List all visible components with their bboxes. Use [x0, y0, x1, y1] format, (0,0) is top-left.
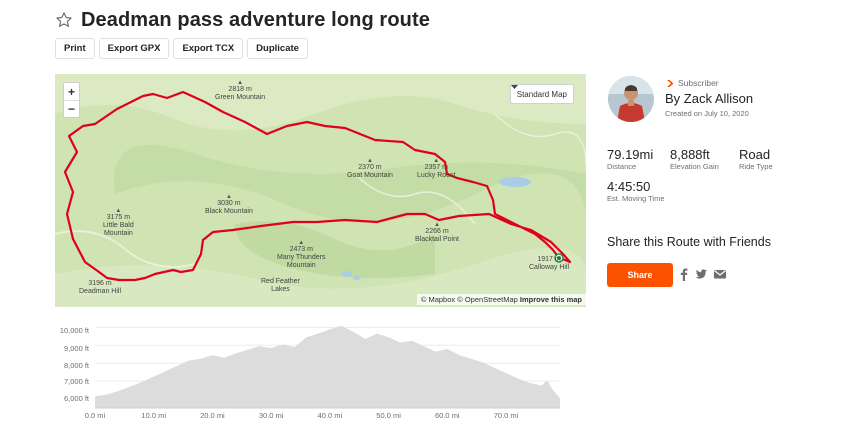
stat-label: Elevation Gain	[670, 162, 719, 171]
map-label-red-feather: Red Feather Lakes	[261, 278, 300, 293]
map-label-blacktail-point: ▲ 2266 m Blacktail Point	[415, 222, 459, 243]
zoom-out-button[interactable]: −	[64, 100, 79, 117]
x-tick-label: 40.0 mi	[317, 411, 343, 420]
x-tick-label: 70.0 mi	[493, 411, 519, 420]
map-label-many-thunders: ▲ 2473 m Many Thunders Mountain	[277, 240, 326, 269]
map-label-black-mountain: ▲ 3030 m Black Mountain	[205, 194, 253, 215]
x-tick-label: 10.0 mi	[141, 411, 167, 420]
map-label-deadman-hill: 3196 m Deadman Hill	[79, 280, 122, 295]
osm-link[interactable]: © OpenStreetMap	[457, 295, 518, 304]
route-actions: Print Export GPX Export TCX Duplicate	[55, 38, 308, 59]
map-style-label: Standard Map	[516, 89, 567, 99]
title-row: Deadman pass adventure long route	[55, 6, 430, 34]
x-tick-label: 50.0 mi	[376, 411, 401, 420]
route-map[interactable]: + − Standard Map ▲ 2818 m Green Mountain…	[55, 74, 586, 307]
mapbox-link[interactable]: © Mapbox	[421, 295, 455, 304]
x-tick-label: 30.0 mi	[258, 411, 284, 420]
subscriber-chevron-icon	[667, 79, 674, 87]
export-gpx-button[interactable]: Export GPX	[98, 38, 170, 59]
map-label-green-mountain: ▲ 2818 m Green Mountain	[215, 80, 266, 101]
stat-value: 79.19mi	[607, 147, 654, 162]
stat-moving-time: 4:45:50 Est. Moving Time	[607, 179, 665, 203]
stat-value: Road	[739, 147, 771, 162]
elevation-chart[interactable]: 10,000 ft 9,000 ft 8,000 ft 7,000 ft 6,0…	[55, 318, 575, 423]
x-tick-label: 20.0 mi	[200, 411, 225, 420]
stat-value: 4:45:50	[607, 179, 651, 194]
star-icon[interactable]	[55, 11, 73, 29]
x-tick-label: 0.0 mi	[84, 411, 106, 420]
stat-label: Est. Moving Time	[607, 194, 665, 203]
map-label-little-bald: ▲ 3175 m Little Bald Mountain	[103, 208, 134, 237]
stat-elevation-gain: 8,888ft Elevation Gain	[670, 147, 719, 171]
map-label-goat-mountain: ▲ 2370 m Goat Mountain	[347, 158, 393, 179]
twitter-icon[interactable]	[694, 267, 708, 281]
improve-map-link[interactable]: Improve this map	[520, 295, 582, 304]
map-attribution: © Mapbox © OpenStreetMap Improve this ma…	[416, 294, 586, 305]
x-tick-label: 60.0 mi	[435, 411, 460, 420]
export-tcx-button[interactable]: Export TCX	[173, 38, 244, 59]
map-label-calloway-hill: 1917 m Calloway Hill	[529, 256, 570, 271]
stat-value: 8,888ft	[670, 147, 710, 162]
stat-distance: 79.19mi Distance	[607, 147, 653, 171]
map-canvas	[55, 74, 586, 307]
stat-ride-type: Road Ride Type	[739, 147, 773, 171]
avatar[interactable]	[608, 76, 654, 122]
elevation-area	[95, 325, 560, 408]
facebook-icon[interactable]	[677, 267, 691, 281]
email-icon[interactable]	[713, 267, 727, 281]
zoom-in-button[interactable]: +	[64, 83, 79, 100]
map-style-select[interactable]: Standard Map	[509, 84, 574, 104]
zoom-controls: + −	[63, 82, 80, 118]
chevron-down-icon	[510, 85, 518, 89]
author-name[interactable]: By Zack Allison	[665, 91, 753, 106]
map-label-lucky-roost: ▲ 2357 m Lucky Roost	[417, 158, 456, 179]
elevation-plot	[95, 325, 560, 409]
page-title: Deadman pass adventure long route	[81, 8, 430, 31]
share-button[interactable]: Share	[607, 263, 673, 287]
share-title: Share this Route with Friends	[607, 235, 771, 249]
stat-label: Distance	[607, 162, 637, 171]
subscriber-badge: Subscriber	[666, 78, 719, 88]
created-date: Created on July 10, 2020	[665, 109, 749, 118]
duplicate-button[interactable]: Duplicate	[247, 38, 308, 59]
stat-label: Ride Type	[739, 162, 773, 171]
print-button[interactable]: Print	[55, 38, 95, 59]
